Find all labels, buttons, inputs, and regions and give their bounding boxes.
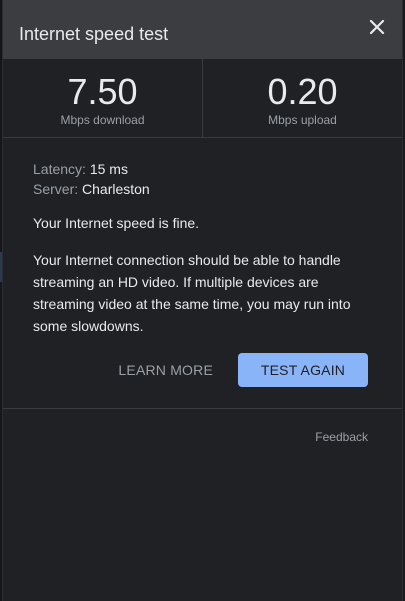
speed-test-dialog: Internet speed test 7.50 Mbps download 0… (3, 0, 402, 601)
footer-divider (3, 408, 402, 409)
speed-stats: 7.50 Mbps download 0.20 Mbps upload (3, 59, 402, 138)
test-again-button[interactable]: TEST AGAIN (238, 353, 368, 387)
action-row: LEARN MORE TEST AGAIN (118, 353, 368, 387)
upload-value: 0.20 (267, 71, 338, 112)
speed-description: Your Internet connection should be able … (33, 252, 351, 334)
dialog-title: Internet speed test (19, 24, 169, 44)
server-row: Server: Charleston (33, 179, 372, 199)
result-body: Latency: 15 ms Server: Charleston Your I… (3, 138, 402, 337)
upload-label: Mbps upload (268, 113, 337, 127)
feedback-link[interactable]: Feedback (315, 430, 368, 444)
download-stat: 7.50 Mbps download (3, 59, 202, 137)
learn-more-button[interactable]: LEARN MORE (118, 362, 213, 378)
latency-row: Latency: 15 ms (33, 159, 372, 179)
server-value: Charleston (82, 181, 150, 197)
speed-summary: Your Internet speed is fine. (33, 215, 200, 231)
upload-stat: 0.20 Mbps upload (202, 59, 402, 137)
download-value: 7.50 (67, 71, 138, 112)
latency-value: 15 ms (89, 161, 128, 177)
server-label: Server: (33, 181, 79, 197)
screen: Internet speed test 7.50 Mbps download 0… (0, 0, 405, 601)
latency-label: Latency: (33, 161, 86, 177)
dialog-header: Internet speed test (3, 0, 402, 59)
download-label: Mbps download (60, 113, 145, 127)
close-button[interactable] (366, 16, 388, 38)
close-icon (369, 19, 385, 35)
